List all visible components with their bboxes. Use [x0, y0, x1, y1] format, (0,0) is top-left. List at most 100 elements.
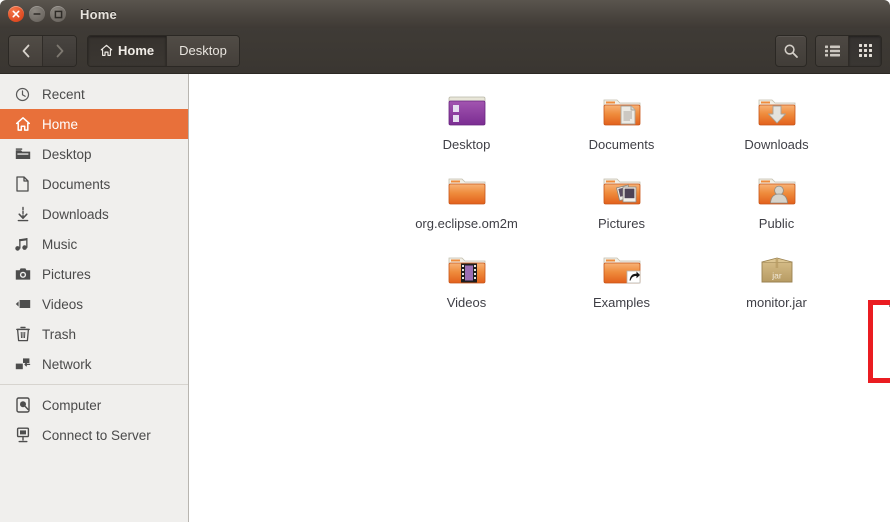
file-label: Public	[758, 216, 795, 231]
maximize-button[interactable]	[50, 6, 66, 22]
window-controls	[8, 6, 66, 22]
document-icon	[14, 176, 31, 193]
file-item-org-eclipse-om2m[interactable]: org.eclipse.om2m	[389, 167, 544, 238]
file-item-templates[interactable]: a Templates	[854, 167, 890, 238]
svg-text:jar: jar	[771, 271, 782, 281]
computer-icon	[14, 397, 31, 414]
sidebar-label-recent: Recent	[42, 86, 85, 102]
sidebar-label-documents: Documents	[42, 176, 111, 192]
jar-package-icon: jar	[753, 246, 801, 294]
video-icon	[14, 296, 31, 313]
sidebar-label-desktop: Desktop	[42, 146, 92, 162]
file-item-desktop[interactable]: Desktop	[389, 88, 544, 159]
sidebar-item-videos[interactable]: Videos	[0, 289, 188, 319]
sidebar-item-connect-to-server[interactable]: Connect to Server	[0, 420, 188, 450]
sidebar-item-pictures[interactable]: Pictures	[0, 259, 188, 289]
file-item-music[interactable]: Music	[854, 88, 890, 159]
close-icon	[12, 10, 20, 18]
folder-videos-icon	[443, 246, 491, 294]
sidebar-item-desktop[interactable]: Desktop	[0, 139, 188, 169]
sidebar-item-downloads[interactable]: Downloads	[0, 199, 188, 229]
sidebar-label-computer: Computer	[42, 397, 102, 413]
file-item-videos[interactable]: Videos	[389, 246, 544, 317]
sidebar-label-music: Music	[42, 236, 78, 252]
chevron-right-icon	[56, 44, 63, 57]
list-view-icon	[824, 45, 840, 56]
home-icon	[14, 116, 31, 133]
list-view-button[interactable]	[816, 35, 848, 66]
folder-downloads-icon	[753, 88, 801, 136]
file-label: Documents	[588, 137, 655, 152]
file-manager-window: Home Home Desktop Recent Home Desktop Do…	[0, 0, 890, 522]
file-label: Pictures	[598, 216, 645, 231]
navigation-buttons	[8, 34, 77, 67]
file-item-monitor-jar[interactable]: jar monitor.jar	[699, 246, 854, 317]
folder-desktop-icon	[443, 88, 491, 136]
sidebar-label-videos: Videos	[42, 296, 84, 312]
breadcrumb-label-home: Home	[118, 43, 155, 58]
sidebar-label-connect-to-server: Connect to Server	[42, 427, 151, 443]
forward-button[interactable]	[42, 35, 76, 66]
trash-icon	[14, 326, 31, 343]
maximize-icon	[54, 10, 62, 18]
sidebar-label-pictures: Pictures	[42, 266, 91, 282]
file-item-notification-xml[interactable]: notification.xml	[854, 246, 890, 317]
file-label: Examples	[592, 295, 651, 310]
toolbar: Home Desktop	[0, 28, 890, 74]
sidebar: Recent Home Desktop Documents Downloads …	[0, 74, 189, 522]
grid-view-icon	[858, 44, 872, 57]
music-icon	[14, 236, 31, 253]
view-mode-switcher	[815, 34, 882, 67]
sidebar-item-trash[interactable]: Trash	[0, 319, 188, 349]
file-label: Videos	[446, 295, 487, 310]
file-item-public[interactable]: Public	[699, 167, 854, 238]
folder-link-icon	[598, 246, 646, 294]
breadcrumb-item-desktop[interactable]: Desktop	[166, 35, 239, 66]
home-icon	[100, 44, 113, 56]
file-label: Downloads	[744, 137, 809, 152]
file-grid-area[interactable]: Desktop Documents Downloads org.eclipse.…	[189, 74, 890, 522]
sidebar-label-trash: Trash	[42, 326, 77, 342]
search-icon	[784, 43, 798, 58]
file-item-examples[interactable]: Examples	[544, 246, 699, 317]
window-title: Home	[80, 6, 117, 22]
sidebar-item-home[interactable]: Home	[0, 109, 188, 139]
breadcrumb-label-desktop: Desktop	[179, 43, 227, 58]
sidebar-item-documents[interactable]: Documents	[0, 169, 188, 199]
minimize-button[interactable]	[29, 6, 45, 22]
window-body: Recent Home Desktop Documents Downloads …	[0, 74, 890, 522]
folder-documents-icon	[598, 88, 646, 136]
camera-icon	[14, 266, 31, 283]
sidebar-label-downloads: Downloads	[42, 206, 109, 222]
breadcrumb-item-home[interactable]: Home	[88, 35, 167, 66]
folder-public-icon	[753, 167, 801, 215]
sidebar-label-home: Home	[42, 116, 79, 132]
sidebar-item-computer[interactable]: Computer	[0, 390, 188, 420]
folder-pictures-icon	[598, 167, 646, 215]
sidebar-item-network[interactable]: Network	[0, 349, 188, 379]
search-button[interactable]	[775, 34, 807, 67]
grid-view-button[interactable]	[848, 35, 881, 66]
network-icon	[14, 356, 31, 373]
folder-icon	[443, 167, 491, 215]
file-grid: Desktop Documents Downloads org.eclipse.…	[389, 88, 890, 317]
server-icon	[14, 427, 31, 444]
clock-icon	[14, 86, 31, 103]
sidebar-separator	[0, 384, 188, 385]
desktop-icon	[14, 146, 31, 163]
file-label: Desktop	[442, 137, 491, 152]
file-label: org.eclipse.om2m	[415, 216, 518, 231]
window-titlebar: Home	[0, 0, 890, 28]
file-label: monitor.jar	[746, 295, 807, 310]
sidebar-item-recent[interactable]: Recent	[0, 79, 188, 109]
sidebar-item-music[interactable]: Music	[0, 229, 188, 259]
file-item-documents[interactable]: Documents	[544, 88, 699, 159]
sidebar-label-network: Network	[42, 356, 92, 372]
breadcrumb: Home Desktop	[87, 34, 240, 67]
file-item-pictures[interactable]: Pictures	[544, 167, 699, 238]
back-button[interactable]	[9, 35, 42, 66]
minimize-icon	[33, 13, 41, 15]
close-button[interactable]	[8, 6, 24, 22]
download-icon	[14, 206, 31, 223]
file-item-downloads[interactable]: Downloads	[699, 88, 854, 159]
